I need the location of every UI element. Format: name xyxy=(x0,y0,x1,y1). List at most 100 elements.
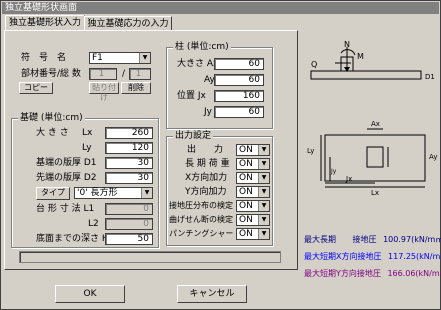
type-select[interactable]: '0' 長方形 ▼ xyxy=(74,187,153,199)
base-group: 基礎 (単位:cm) 大 き さ Lx 260 Ly 120 基端の版厚 D1 … xyxy=(11,112,159,248)
result-longterm-value: 100.97(kN/m㎡) xyxy=(383,235,441,244)
punching-label: パンチングシャー xyxy=(169,229,234,238)
member-total: 1 xyxy=(129,68,151,80)
ax-text: Ax xyxy=(371,120,380,128)
chevron-down-icon: ▼ xyxy=(139,53,150,63)
paste-button[interactable]: 貼り付け xyxy=(89,82,119,102)
base-group-label: 基礎 (単位:cm) xyxy=(18,112,85,124)
result-longterm-kind: 接地圧 xyxy=(352,235,377,244)
y-force-label: Y方向加力 xyxy=(185,187,227,197)
column-group: 柱 (単位:cm) 大きさ Ax 60 Ay 60 位置 Jx 160 Jy 6… xyxy=(166,41,273,129)
bending-check-select[interactable]: ON ▼ xyxy=(236,214,270,226)
depth-input[interactable]: 50 xyxy=(105,233,153,245)
punching-select[interactable]: ON ▼ xyxy=(236,228,270,240)
column-ay-input[interactable]: 60 xyxy=(214,74,264,86)
base-d2-input[interactable]: 30 xyxy=(105,172,153,184)
output-group-label: 出力設定 xyxy=(173,130,214,142)
symbol-select[interactable]: F1 ▼ xyxy=(89,52,151,64)
base-d2-label: 先端の版厚 D2 xyxy=(36,173,97,183)
ly-text: Ly xyxy=(307,147,314,155)
x-force-select[interactable]: ON ▼ xyxy=(236,172,270,184)
column-plan xyxy=(366,146,384,168)
chevron-down-icon: ▼ xyxy=(258,201,269,211)
trap-l1-label: 台 形 寸 法 L1 xyxy=(36,204,95,214)
d1-text: D1 xyxy=(425,73,435,81)
base-lx-input[interactable]: 260 xyxy=(105,127,153,139)
tab-label: 独立基礎形状入力 xyxy=(8,18,81,28)
result-short-y: 最大短期Y方向接地圧 166.06(kN/m㎡) xyxy=(304,268,441,279)
pressure-check-label: 接地圧分布の検定 xyxy=(169,201,233,210)
output-select[interactable]: ON ▼ xyxy=(236,144,270,156)
base-ly-input[interactable]: 120 xyxy=(105,142,153,154)
base-d1-input[interactable]: 30 xyxy=(105,157,153,169)
jy-text: Jy xyxy=(330,168,337,175)
symbol-value: F1 xyxy=(92,53,103,63)
chevron-down-icon: ▼ xyxy=(258,159,269,169)
trap-l1-input: 0 xyxy=(105,203,153,215)
member-label: 部材番号/総 数 xyxy=(21,69,81,79)
column-jx-input[interactable]: 160 xyxy=(214,90,264,102)
m-text: M xyxy=(357,52,364,61)
output-label: 出 力 xyxy=(187,145,224,155)
punching-value: ON xyxy=(239,229,253,239)
base-ly-label: Ly xyxy=(82,143,92,153)
x-force-label: X方向加力 xyxy=(185,173,228,183)
y-force-select[interactable]: ON ▼ xyxy=(236,186,270,198)
longterm-value: ON xyxy=(239,159,253,169)
lx-text: Lx xyxy=(371,189,379,197)
pressure-check-value: ON xyxy=(239,201,253,211)
column-ax-input[interactable]: 60 xyxy=(214,58,264,70)
chevron-down-icon: ▼ xyxy=(258,173,269,183)
longterm-select[interactable]: ON ▼ xyxy=(236,158,270,170)
tab-panel: 符 号 名 F1 ▼ 部材番号/総 数 1 / 1 コピー 貼り付け 削除 柱 (… xyxy=(4,30,298,270)
result-short-y-value: 166.06(kN/m㎡) xyxy=(387,269,441,278)
footing-elevation xyxy=(310,70,422,80)
column-jy-input[interactable]: 60 xyxy=(214,106,264,118)
tab-stress-input[interactable]: 独立基礎応力の入力 xyxy=(84,16,172,31)
bending-check-label: 曲げせん断の検定 xyxy=(169,215,233,224)
depth-label: 底面までの深さ H xyxy=(36,234,109,244)
result-short-x-label: 最大短期X方向接地圧 xyxy=(304,252,382,261)
ok-button[interactable]: OK xyxy=(55,285,125,303)
footing-plan xyxy=(324,134,426,182)
foundation-diagram: N M Q D1 Ax Ay Ly Jy Jx Lx xyxy=(307,40,437,197)
cancel-button[interactable]: キャンセル xyxy=(177,285,247,303)
dialog-window: 独立基礎形状画面 独立基礎形状入力 独立基礎応力の入力 符 号 名 F1 ▼ 部材… xyxy=(0,0,441,310)
m-arrow xyxy=(340,49,356,56)
chevron-down-icon: ▼ xyxy=(258,229,269,239)
window-title: 独立基礎形状画面 xyxy=(2,2,439,14)
column-group-label: 柱 (単位:cm) xyxy=(173,41,231,53)
result-short-y-label: 最大短期Y方向接地圧 xyxy=(304,269,381,278)
result-longterm-label: 最大長期 xyxy=(304,235,336,244)
column-ax-label: 大きさ Ax xyxy=(177,59,219,69)
output-group: 出力設定 出 力 ON ▼ 長 期 荷 重 ON ▼ X方向加力 ON ▼ Y方向加力… xyxy=(166,130,273,246)
type-button[interactable]: タイプ xyxy=(36,187,70,200)
chevron-down-icon: ▼ xyxy=(258,187,269,197)
output-value: ON xyxy=(239,145,253,155)
chevron-down-icon: ▼ xyxy=(258,215,269,225)
ay-text: Ay xyxy=(429,153,437,161)
y-force-value: ON xyxy=(239,187,253,197)
chevron-down-icon: ▼ xyxy=(258,145,269,155)
pressure-check-select[interactable]: ON ▼ xyxy=(236,200,270,212)
tab-label: 独立基礎応力の入力 xyxy=(87,19,169,29)
result-short-x: 最大短期X方向接地圧 117.25(kN/m㎡) xyxy=(304,251,441,262)
base-lx-label: Lx xyxy=(82,128,93,138)
column-jy-label: Jy xyxy=(204,107,212,117)
bending-check-value: ON xyxy=(239,215,253,225)
trap-l2-input: 0 xyxy=(105,218,153,230)
jx-text: Jx xyxy=(345,175,352,183)
delete-button[interactable]: 削除 xyxy=(121,82,151,94)
x-force-value: ON xyxy=(239,173,253,183)
result-short-x-value: 117.25(kN/m㎡) xyxy=(388,252,441,261)
q-text: Q xyxy=(311,60,317,69)
base-size-label: 大 き さ xyxy=(36,128,69,138)
copy-button[interactable]: コピー xyxy=(19,82,53,94)
trap-l2-label: L2 xyxy=(88,219,99,229)
type-value: '0' 長方形 xyxy=(77,188,118,198)
member-separator: / xyxy=(122,69,126,79)
column-jx-label: 位置 Jx xyxy=(177,91,206,101)
chevron-down-icon: ▼ xyxy=(141,188,152,198)
tab-shape-input[interactable]: 独立基礎形状入力 xyxy=(5,15,85,31)
longterm-label: 長 期 荷 重 xyxy=(185,159,230,169)
